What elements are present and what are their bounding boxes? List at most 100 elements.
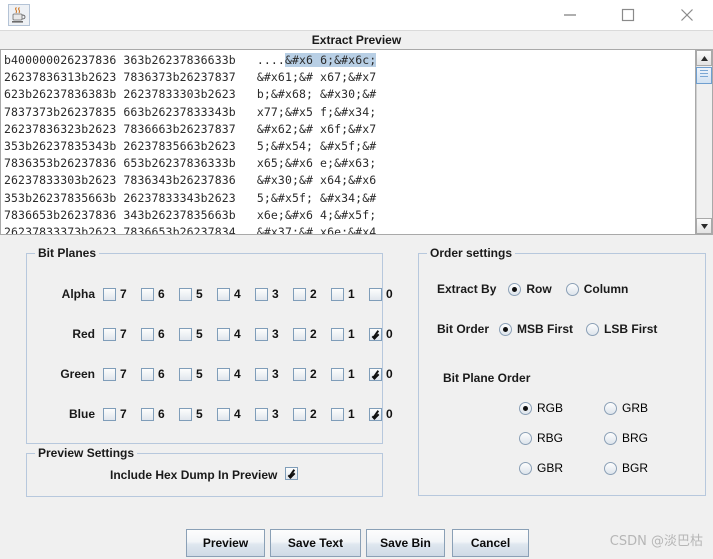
bit-checkbox-cell-blue-1[interactable]: 1 (331, 404, 355, 424)
bit-checkbox-cell-alpha-6[interactable]: 6 (141, 284, 165, 304)
window-close-button[interactable] (664, 0, 709, 30)
radio-grb[interactable] (604, 401, 617, 415)
include-hex-dump-checkbox[interactable] (285, 467, 298, 480)
save-text-button[interactable]: Save Text (270, 529, 361, 557)
checkbox-green-bit-7[interactable] (103, 367, 116, 381)
bit-plane-order-option-bgr[interactable]: BGR (604, 461, 648, 475)
radio-lsb-first[interactable] (586, 322, 600, 336)
bit-number-label: 5 (196, 407, 203, 421)
scroll-up-icon[interactable] (696, 50, 712, 66)
checkbox-blue-bit-1[interactable] (331, 407, 344, 421)
bit-checkbox-cell-blue-6[interactable]: 6 (141, 404, 165, 424)
save-bin-button[interactable]: Save Bin (366, 529, 445, 557)
bit-plane-order-option-rbg[interactable]: RBG (519, 431, 563, 445)
checkbox-blue-bit-2[interactable] (293, 407, 306, 421)
checkbox-green-bit-0[interactable] (369, 367, 382, 381)
radio-column[interactable] (565, 282, 579, 296)
bit-checkbox-cell-blue-5[interactable]: 5 (179, 404, 203, 424)
bit-checkbox-cell-blue-4[interactable]: 4 (217, 404, 241, 424)
checkbox-alpha-bit-5[interactable] (179, 287, 192, 301)
bit-checkbox-cell-alpha-5[interactable]: 5 (179, 284, 203, 304)
bit-checkbox-cell-green-2[interactable]: 2 (293, 364, 317, 384)
checkbox-red-bit-7[interactable] (103, 327, 116, 341)
bit-checkbox-cell-red-6[interactable]: 6 (141, 324, 165, 344)
bit-checkbox-cell-blue-2[interactable]: 2 (293, 404, 317, 424)
preview-button[interactable]: Preview (186, 529, 265, 557)
bit-plane-order-option-gbr[interactable]: GBR (519, 461, 563, 475)
bit-checkbox-cell-blue-7[interactable]: 7 (103, 404, 127, 424)
bit-order-option-lsb[interactable]: LSB First (586, 322, 657, 336)
bit-checkbox-cell-red-0[interactable]: 0 (369, 324, 393, 344)
extract-by-option-column-label: Column (583, 282, 629, 296)
bit-checkbox-cell-green-3[interactable]: 3 (255, 364, 279, 384)
checkbox-alpha-bit-2[interactable] (293, 287, 306, 301)
bit-checkbox-cell-alpha-4[interactable]: 4 (217, 284, 241, 304)
scroll-down-icon[interactable] (696, 218, 712, 234)
checkbox-green-bit-1[interactable] (331, 367, 344, 381)
bit-checkbox-cell-green-1[interactable]: 1 (331, 364, 355, 384)
bit-plane-order-option-rgb[interactable]: RGB (519, 401, 563, 415)
checkbox-red-bit-3[interactable] (255, 327, 268, 341)
checkbox-blue-bit-4[interactable] (217, 407, 230, 421)
checkbox-alpha-bit-0[interactable] (369, 287, 382, 301)
bit-checkbox-cell-red-2[interactable]: 2 (293, 324, 317, 344)
checkbox-green-bit-3[interactable] (255, 367, 268, 381)
checkbox-blue-bit-5[interactable] (179, 407, 192, 421)
checkbox-red-bit-2[interactable] (293, 327, 306, 341)
bit-checkbox-cell-green-6[interactable]: 6 (141, 364, 165, 384)
checkbox-red-bit-5[interactable] (179, 327, 192, 341)
bit-checkbox-cell-green-0[interactable]: 0 (369, 364, 393, 384)
extract-by-option-row[interactable]: Row (508, 282, 552, 296)
radio-rbg[interactable] (519, 431, 532, 445)
bit-checkbox-cell-red-4[interactable]: 4 (217, 324, 241, 344)
bit-plane-order-option-brg[interactable]: BRG (604, 431, 648, 445)
radio-rgb[interactable] (519, 401, 532, 415)
checkbox-alpha-bit-6[interactable] (141, 287, 154, 301)
preview-vertical-scrollbar[interactable] (695, 50, 712, 234)
checkbox-alpha-bit-4[interactable] (217, 287, 230, 301)
radio-gbr[interactable] (519, 461, 532, 475)
bit-order-option-msb[interactable]: MSB First (499, 322, 573, 336)
bit-checkbox-cell-alpha-1[interactable]: 1 (331, 284, 355, 304)
bit-checkbox-cell-alpha-2[interactable]: 2 (293, 284, 317, 304)
scrollbar-track[interactable] (696, 66, 712, 218)
checkbox-red-bit-0[interactable] (369, 327, 382, 341)
checkbox-green-bit-6[interactable] (141, 367, 154, 381)
bit-checkbox-cell-green-5[interactable]: 5 (179, 364, 203, 384)
radio-brg[interactable] (604, 431, 617, 445)
radio-msb-first[interactable] (499, 322, 513, 336)
bit-checkbox-cell-alpha-7[interactable]: 7 (103, 284, 127, 304)
bit-checkbox-cell-blue-0[interactable]: 0 (369, 404, 393, 424)
checkbox-green-bit-5[interactable] (179, 367, 192, 381)
checkbox-green-bit-2[interactable] (293, 367, 306, 381)
bit-checkbox-cell-alpha-3[interactable]: 3 (255, 284, 279, 304)
extract-preview-textarea[interactable]: b400000026237836 363b26237836633b ....&#… (0, 49, 713, 235)
checkbox-blue-bit-3[interactable] (255, 407, 268, 421)
bit-checkbox-cell-green-4[interactable]: 4 (217, 364, 241, 384)
cancel-button[interactable]: Cancel (452, 529, 529, 557)
bit-checkbox-cell-red-7[interactable]: 7 (103, 324, 127, 344)
bit-checkbox-cell-blue-3[interactable]: 3 (255, 404, 279, 424)
bit-checkbox-cell-green-7[interactable]: 7 (103, 364, 127, 384)
checkbox-green-bit-4[interactable] (217, 367, 230, 381)
bit-checkbox-cell-alpha-0[interactable]: 0 (369, 284, 393, 304)
scrollbar-thumb[interactable] (696, 67, 712, 84)
checkbox-red-bit-1[interactable] (331, 327, 344, 341)
checkbox-alpha-bit-3[interactable] (255, 287, 268, 301)
bit-checkbox-cell-red-5[interactable]: 5 (179, 324, 203, 344)
checkbox-alpha-bit-7[interactable] (103, 287, 116, 301)
bit-plane-order-option-grb[interactable]: GRB (604, 401, 648, 415)
bit-checkbox-cell-red-1[interactable]: 1 (331, 324, 355, 344)
checkbox-blue-bit-0[interactable] (369, 407, 382, 421)
extract-by-option-column[interactable]: Column (565, 282, 629, 296)
radio-row[interactable] (508, 282, 522, 296)
window-maximize-button[interactable] (605, 0, 650, 30)
bit-checkbox-cell-red-3[interactable]: 3 (255, 324, 279, 344)
window-minimize-button[interactable] (547, 0, 592, 30)
checkbox-blue-bit-6[interactable] (141, 407, 154, 421)
checkbox-blue-bit-7[interactable] (103, 407, 116, 421)
checkbox-alpha-bit-1[interactable] (331, 287, 344, 301)
checkbox-red-bit-4[interactable] (217, 327, 230, 341)
radio-bgr[interactable] (604, 461, 617, 475)
checkbox-red-bit-6[interactable] (141, 327, 154, 341)
